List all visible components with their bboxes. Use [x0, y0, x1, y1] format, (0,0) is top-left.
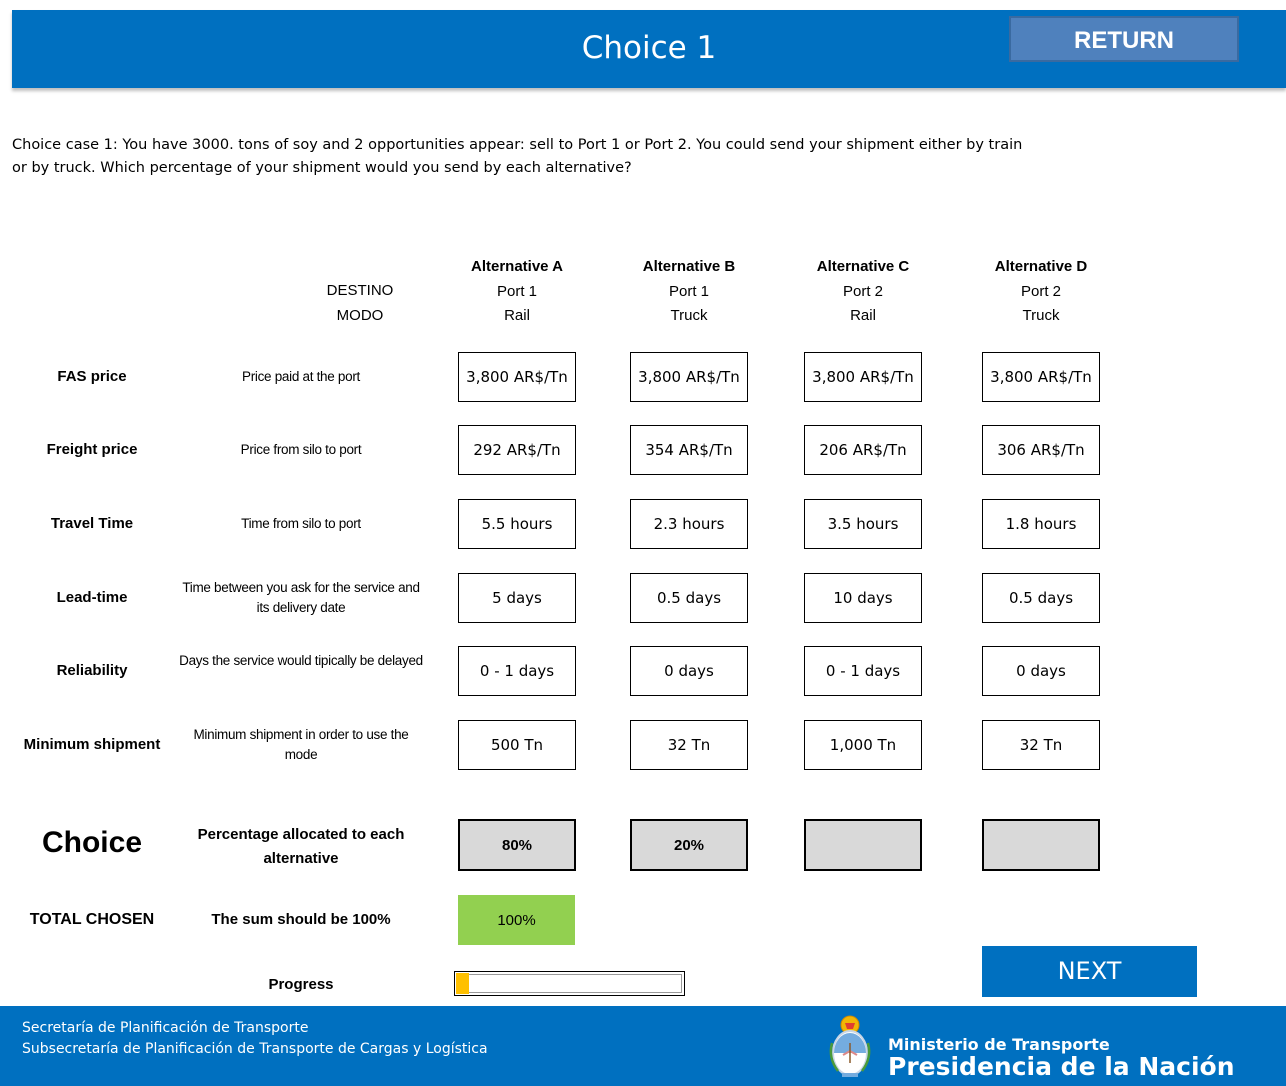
secretaria-text: Secretaría de Planificación de Transport… — [22, 1018, 488, 1060]
destino-label: DESTINO — [326, 282, 394, 299]
attribute-value-cell: 1,000 Tn — [804, 720, 922, 770]
attribute-value-cell: 32 Tn — [982, 720, 1100, 770]
alternative-port: Port 1 — [496, 282, 538, 300]
return-button[interactable]: RETURN — [1009, 16, 1239, 62]
presidencia-text: Presidencia de la Nación — [888, 1052, 1235, 1081]
attribute-value-cell: 306 AR$/Tn — [982, 425, 1100, 475]
total-description: The sum should be 100% — [211, 911, 391, 928]
intro-line-1: Choice case 1: You have 3000. tons of so… — [12, 137, 1023, 153]
attribute-value-cell: 0 days — [630, 646, 748, 696]
attribute-value-cell: 5.5 hours — [458, 499, 576, 549]
alternative-port: Port 2 — [1020, 282, 1062, 300]
attribute-value-cell: 0.5 days — [630, 573, 748, 623]
attribute-value-cell: 3.5 hours — [804, 499, 922, 549]
subsecretaria-line: Subsecretaría de Planificación de Transp… — [22, 1041, 488, 1057]
attribute-value-cell: 500 Tn — [458, 720, 576, 770]
attribute-label: Minimum shipment — [23, 736, 161, 753]
attribute-value-cell: 0 - 1 days — [804, 646, 922, 696]
secretaria-line: Secretaría de Planificación de Transport… — [22, 1020, 309, 1036]
attribute-value-cell: 1.8 hours — [982, 499, 1100, 549]
modo-label: MODO — [336, 306, 384, 324]
choice-percentage-input[interactable]: 80% — [458, 819, 576, 871]
alternative-header: Alternative B Port 1 Truck — [614, 255, 764, 329]
attribute-label: Freight price — [46, 441, 138, 458]
attribute-value-cell: 5 days — [458, 573, 576, 623]
choice-description: Percentage allocated to each alternative — [197, 826, 405, 867]
alternative-mode: Rail — [504, 307, 530, 324]
attribute-label: FAS price — [57, 368, 127, 385]
total-chosen-value: 100% — [458, 895, 575, 945]
total-chosen-label: TOTAL CHOSEN — [29, 911, 155, 928]
attribute-value-cell: 0.5 days — [982, 573, 1100, 623]
choice-percentage-input[interactable] — [982, 819, 1100, 871]
attribute-value-cell: 354 AR$/Tn — [630, 425, 748, 475]
attribute-description: Time between you ask for the service and… — [182, 580, 420, 615]
alternative-header: Alternative D Port 2 Truck — [966, 255, 1116, 329]
attribute-description: Price paid at the port — [242, 369, 360, 384]
attribute-description: Time from silo to port — [241, 516, 361, 531]
attribute-value-cell: 0 - 1 days — [458, 646, 576, 696]
next-button[interactable]: NEXT — [982, 946, 1197, 997]
alternative-name: Alternative A — [471, 258, 563, 275]
choice-case-description: Choice case 1: You have 3000. tons of so… — [12, 134, 1102, 180]
choice-percentage-input[interactable] — [804, 819, 922, 871]
alternative-mode: Truck — [1022, 307, 1060, 324]
attribute-label: Travel Time — [50, 515, 134, 532]
attribute-value-cell: 3,800 AR$/Tn — [458, 352, 576, 402]
alternative-mode: Truck — [670, 307, 708, 324]
attribute-description: Minimum shipment in order to use the mod… — [193, 727, 409, 762]
intro-line-2: or by truck. Which percentage of your sh… — [12, 160, 632, 176]
footer-bar: Secretaría de Planificación de Transport… — [0, 1006, 1286, 1086]
progress-fill — [456, 973, 469, 994]
alternative-port: Port 2 — [842, 282, 884, 300]
attribute-value-cell: 3,800 AR$/Tn — [804, 352, 922, 402]
attribute-value-cell: 3,800 AR$/Tn — [630, 352, 748, 402]
attribute-value-cell: 32 Tn — [630, 720, 748, 770]
attribute-value-cell: 292 AR$/Tn — [458, 425, 576, 475]
argentina-coat-of-arms-icon — [829, 1015, 871, 1077]
attribute-value-cell: 10 days — [804, 573, 922, 623]
attribute-value-cell: 3,800 AR$/Tn — [982, 352, 1100, 402]
alternative-header: Alternative C Port 2 Rail — [788, 255, 938, 329]
attribute-value-cell: 206 AR$/Tn — [804, 425, 922, 475]
attribute-value-cell: 2.3 hours — [630, 499, 748, 549]
progress-label: Progress — [268, 976, 334, 993]
attribute-label: Reliability — [56, 662, 128, 679]
alternative-header: Alternative A Port 1 Rail — [442, 255, 592, 329]
attribute-value-cell: 0 days — [982, 646, 1100, 696]
alternative-name: Alternative C — [816, 258, 910, 275]
alternative-port: Port 1 — [668, 282, 710, 300]
choice-percentage-input[interactable]: 20% — [630, 819, 748, 871]
progress-bar — [454, 971, 685, 996]
alternative-name: Alternative B — [642, 258, 736, 275]
choice-heading: Choice — [41, 826, 143, 859]
attribute-description: Price from silo to port — [240, 442, 362, 457]
alternative-mode: Rail — [850, 307, 876, 324]
alternative-name: Alternative D — [994, 258, 1088, 275]
attribute-description: Days the service would tipically be dela… — [179, 653, 423, 668]
attribute-label: Lead-time — [56, 589, 128, 606]
